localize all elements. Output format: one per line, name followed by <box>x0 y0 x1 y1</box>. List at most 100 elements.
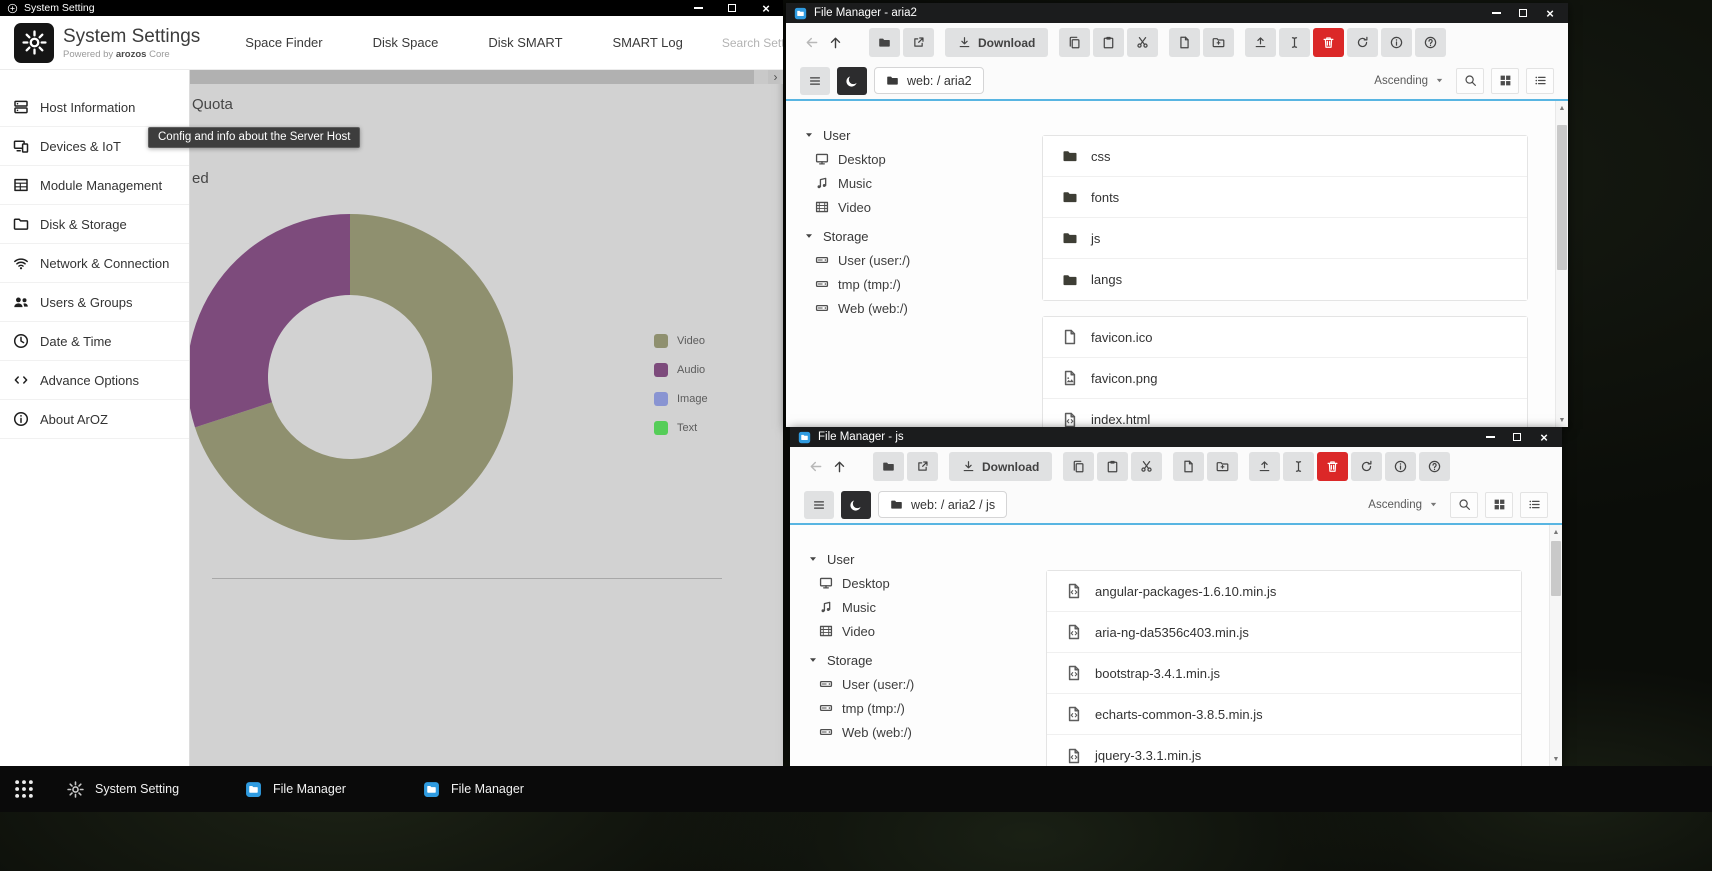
file-row-js[interactable]: js <box>1043 218 1527 259</box>
help-button[interactable] <box>1419 452 1450 481</box>
tree-item-web-web[interactable]: Web (web:/) <box>804 296 1031 320</box>
file-row-index-html[interactable]: index.html <box>1043 399 1527 427</box>
cut-button[interactable] <box>1131 452 1162 481</box>
upload-button[interactable] <box>1249 452 1280 481</box>
new-folder-button[interactable] <box>1203 28 1234 57</box>
delete-button[interactable] <box>1317 452 1348 481</box>
open-location-button[interactable] <box>869 28 900 57</box>
back-button[interactable] <box>803 454 827 480</box>
taskbar-item-file-manager[interactable]: File Manager <box>245 781 395 798</box>
tree-item-web-web[interactable]: Web (web:/) <box>808 720 1035 744</box>
scrollbar-thumb[interactable] <box>1551 541 1561 596</box>
minimize-button[interactable] <box>1490 7 1502 19</box>
sidebar-item-network-connection[interactable]: Network & Connection <box>0 244 189 283</box>
scroll-up-arrow[interactable]: ▲ <box>1556 101 1568 115</box>
tree-section-user[interactable]: User <box>804 123 1031 147</box>
scroll-down-arrow[interactable]: ▼ <box>1556 413 1568 427</box>
paste-button[interactable] <box>1093 28 1124 57</box>
scrollbar-thumb[interactable] <box>190 70 754 84</box>
scroll-up-arrow[interactable]: ▲ <box>1550 525 1562 539</box>
tab-smart-log[interactable]: SMART Log <box>588 35 708 50</box>
titlebar[interactable]: File Manager - js × <box>790 427 1562 447</box>
legend-item-audio[interactable]: Audio <box>654 355 708 384</box>
close-button[interactable]: × <box>1544 7 1556 19</box>
search-button[interactable] <box>1456 68 1484 94</box>
new-file-button[interactable] <box>1169 28 1200 57</box>
scroll-down-arrow[interactable]: ▼ <box>1550 752 1562 766</box>
open-in-new-button[interactable] <box>907 452 938 481</box>
sidebar-item-host-information[interactable]: Host Information <box>0 88 189 127</box>
close-button[interactable]: × <box>760 2 772 14</box>
tree-item-tmp-tmp[interactable]: tmp (tmp:/) <box>804 272 1031 296</box>
new-folder-button[interactable] <box>1207 452 1238 481</box>
scrollbar-thumb[interactable] <box>1557 125 1567 270</box>
menu-button[interactable] <box>804 491 834 519</box>
file-row-jquery-3-3-1-min-js[interactable]: jquery-3.3.1.min.js <box>1047 735 1521 766</box>
open-location-button[interactable] <box>873 452 904 481</box>
upload-button[interactable] <box>1245 28 1276 57</box>
tree-item-video[interactable]: Video <box>804 195 1031 219</box>
rename-button[interactable] <box>1279 28 1310 57</box>
app-launcher-button[interactable] <box>9 774 39 804</box>
tree-item-desktop[interactable]: Desktop <box>808 571 1035 595</box>
help-button[interactable] <box>1415 28 1446 57</box>
breadcrumb[interactable]: web: / aria2 <box>874 67 984 94</box>
file-row-css[interactable]: css <box>1043 136 1527 177</box>
delete-button[interactable] <box>1313 28 1344 57</box>
tree-item-tmp-tmp[interactable]: tmp (tmp:/) <box>808 696 1035 720</box>
grid-view-button[interactable] <box>1491 68 1519 94</box>
tree-section-storage[interactable]: Storage <box>804 224 1031 248</box>
file-row-favicon-ico[interactable]: favicon.ico <box>1043 317 1527 358</box>
rename-button[interactable] <box>1283 452 1314 481</box>
tab-space-finder[interactable]: Space Finder <box>220 35 347 50</box>
tab-disk-smart[interactable]: Disk SMART <box>463 35 587 50</box>
search-button[interactable] <box>1450 492 1478 518</box>
go-up-button[interactable] <box>823 30 847 56</box>
legend-item-video[interactable]: Video <box>654 326 708 355</box>
taskbar-item-system-setting[interactable]: System Setting <box>67 781 217 798</box>
go-up-button[interactable] <box>827 454 851 480</box>
download-button[interactable]: Download <box>945 28 1048 57</box>
list-view-button[interactable] <box>1520 492 1548 518</box>
new-file-button[interactable] <box>1173 452 1204 481</box>
list-view-button[interactable] <box>1526 68 1554 94</box>
close-button[interactable]: × <box>1538 431 1550 443</box>
properties-button[interactable] <box>1385 452 1416 481</box>
tree-item-music[interactable]: Music <box>804 171 1031 195</box>
horizontal-scrollbar[interactable]: › <box>190 70 783 84</box>
copy-button[interactable] <box>1059 28 1090 57</box>
tree-section-storage[interactable]: Storage <box>808 648 1035 672</box>
file-row-langs[interactable]: langs <box>1043 259 1527 300</box>
breadcrumb[interactable]: web: / aria2 / js <box>878 491 1007 518</box>
sidebar-item-disk-storage[interactable]: Disk & Storage <box>0 205 189 244</box>
grid-view-button[interactable] <box>1485 492 1513 518</box>
dark-mode-toggle[interactable] <box>841 491 871 519</box>
file-row-aria-ng-da5356c403-min-js[interactable]: aria-ng-da5356c403.min.js <box>1047 612 1521 653</box>
maximize-button[interactable] <box>726 2 738 14</box>
tree-item-video[interactable]: Video <box>808 619 1035 643</box>
taskbar-item-file-manager[interactable]: File Manager <box>423 781 573 798</box>
sidebar-item-module-management[interactable]: Module Management <box>0 166 189 205</box>
file-row-fonts[interactable]: fonts <box>1043 177 1527 218</box>
titlebar[interactable]: File Manager - aria2 × <box>786 3 1568 23</box>
scrollbar[interactable]: ▲ ▼ <box>1555 101 1568 427</box>
sidebar-item-date-time[interactable]: Date & Time <box>0 322 189 361</box>
open-in-new-button[interactable] <box>903 28 934 57</box>
tree-item-user-user[interactable]: User (user:/) <box>808 672 1035 696</box>
menu-button[interactable] <box>800 67 830 95</box>
maximize-button[interactable] <box>1517 7 1529 19</box>
legend-item-text[interactable]: Text <box>654 413 708 442</box>
file-row-favicon-png[interactable]: favicon.png <box>1043 358 1527 399</box>
back-button[interactable] <box>799 30 823 56</box>
download-button[interactable]: Download <box>949 452 1052 481</box>
minimize-button[interactable] <box>692 2 704 14</box>
cut-button[interactable] <box>1127 28 1158 57</box>
sidebar-item-about-aroz[interactable]: About ArOZ <box>0 400 189 439</box>
refresh-button[interactable] <box>1351 452 1382 481</box>
tab-disk-space[interactable]: Disk Space <box>348 35 464 50</box>
system-settings-titlebar[interactable]: System Setting × <box>0 0 783 16</box>
maximize-button[interactable] <box>1511 431 1523 443</box>
dark-mode-toggle[interactable] <box>837 67 867 95</box>
sort-dropdown[interactable]: Ascending <box>1363 499 1443 511</box>
refresh-button[interactable] <box>1347 28 1378 57</box>
